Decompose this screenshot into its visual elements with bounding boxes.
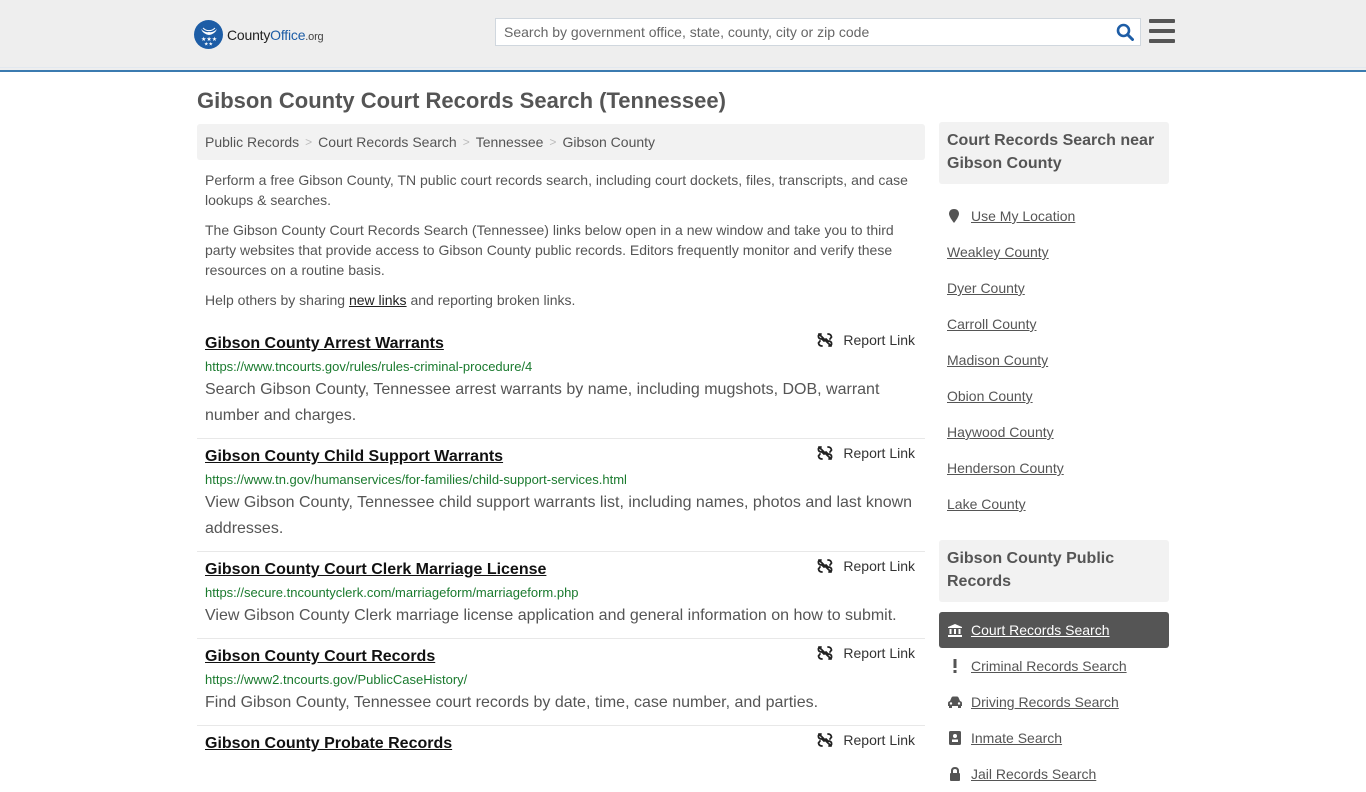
intro-text: Perform a free Gibson County, TN public … [205,170,920,320]
nearby-heading: Court Records Search near Gibson County [939,122,1169,184]
intro-paragraph: Perform a free Gibson County, TN public … [205,172,908,208]
records-item-criminal[interactable]: Criminal Records Search [939,648,1169,684]
nearby-list: Use My Location Weakley County Dyer Coun… [939,184,1169,522]
nearby-county-item: Henderson County [947,450,1169,486]
breadcrumb-separator: > [549,135,557,149]
map-pin-icon [949,209,959,223]
result-description: View Gibson County Clerk marriage licens… [205,607,897,624]
id-badge-icon [947,731,963,745]
public-records-heading: Gibson County Public Records [939,540,1169,602]
result-description: View Gibson County, Tennessee child supp… [205,494,913,537]
report-link-button[interactable]: Report Link [817,332,915,348]
search-box [495,18,1141,46]
public-records-list: Court Records Search Criminal Records Se… [939,612,1169,792]
site-header: ★★★ ★★ CountyOffice.org [0,0,1366,72]
records-item-court[interactable]: Court Records Search [939,612,1169,648]
nearby-county-item: Dyer County [947,270,1169,306]
broken-link-icon [817,446,833,460]
sidebar: Court Records Search near Gibson County … [939,122,1169,792]
breadcrumb-tennessee[interactable]: Tennessee [476,134,544,150]
broken-link-icon [817,333,833,347]
breadcrumb: Public Records > Court Records Search > … [197,124,925,160]
records-link[interactable]: Driving Records Search [971,694,1119,710]
nearby-county-item: Obion County [947,378,1169,414]
result-description: Search Gibson County, Tennessee arrest w… [205,381,880,424]
nearby-county-link[interactable]: Henderson County [947,460,1064,476]
records-link[interactable]: Jail Records Search [971,766,1096,782]
broken-link-icon [817,646,833,660]
result-title-link[interactable]: Gibson County Court Records [205,643,917,668]
nearby-county-link[interactable]: Lake County [947,496,1026,512]
broken-link-icon [817,733,833,747]
site-logo[interactable]: ★★★ ★★ CountyOffice.org [194,20,324,49]
result-url: https://www.tncourts.gov/rules/rules-cri… [205,359,533,374]
nearby-county-link[interactable]: Madison County [947,352,1048,368]
records-link[interactable]: Inmate Search [971,730,1062,746]
result-item: Gibson County Probate Records Report Lin… [197,726,925,764]
result-title-link[interactable]: Gibson County Arrest Warrants [205,330,917,355]
nearby-county-item: Carroll County [947,306,1169,342]
use-my-location-item: Use My Location [947,198,1169,234]
car-icon [947,696,963,708]
result-item: Gibson County Court Records Report Link … [197,639,925,726]
search-input[interactable] [496,19,1110,45]
result-title-link[interactable]: Gibson County Court Clerk Marriage Licen… [205,556,917,581]
report-link-button[interactable]: Report Link [817,732,915,748]
records-item-inmate[interactable]: Inmate Search [939,720,1169,756]
nearby-county-link[interactable]: Obion County [947,388,1033,404]
hamburger-menu-icon[interactable] [1149,19,1175,43]
result-item: Gibson County Child Support Warrants Rep… [197,439,925,552]
intro-paragraph: The Gibson County Court Records Search (… [205,222,894,278]
result-item: Gibson County Arrest Warrants Report Lin… [197,326,925,439]
use-my-location-link[interactable]: Use My Location [971,208,1075,224]
nearby-county-item: Haywood County [947,414,1169,450]
result-url: https://secure.tncountyclerk.com/marriag… [205,585,579,600]
result-url: https://www.tn.gov/humanservices/for-fam… [205,472,627,487]
breadcrumb-public-records[interactable]: Public Records [205,134,299,150]
breadcrumb-separator: > [462,135,470,149]
report-link-button[interactable]: Report Link [817,445,915,461]
svg-text:★★: ★★ [204,41,213,46]
search-icon [1116,23,1134,41]
result-title-link[interactable]: Gibson County Probate Records [205,730,917,755]
search-button[interactable] [1110,19,1140,45]
records-item-jail[interactable]: Jail Records Search [939,756,1169,792]
nearby-county-link[interactable]: Dyer County [947,280,1025,296]
exclamation-icon [947,659,963,673]
nearby-county-link[interactable]: Haywood County [947,424,1054,440]
page-title: Gibson County Court Records Search (Tenn… [197,88,726,113]
nearby-county-item: Weakley County [947,234,1169,270]
records-link[interactable]: Court Records Search [971,622,1110,638]
records-link[interactable]: Criminal Records Search [971,658,1127,674]
results-list: Gibson County Arrest Warrants Report Lin… [197,326,925,764]
breadcrumb-separator: > [305,135,313,149]
result-description: Find Gibson County, Tennessee court reco… [205,694,819,711]
logo-wordmark: CountyOffice.org [227,26,324,43]
breadcrumb-court-records-search[interactable]: Court Records Search [318,134,457,150]
breadcrumb-gibson-county[interactable]: Gibson County [562,134,655,150]
result-item: Gibson County Court Clerk Marriage Licen… [197,552,925,639]
eagle-stars-badge-icon: ★★★ ★★ [194,20,223,49]
result-url: https://www2.tncourts.gov/PublicCaseHist… [205,672,468,687]
report-link-button[interactable]: Report Link [817,645,915,661]
nearby-county-item: Madison County [947,342,1169,378]
broken-link-icon [817,559,833,573]
nearby-county-link[interactable]: Carroll County [947,316,1036,332]
nearby-county-item: Lake County [947,486,1169,522]
new-links-link[interactable]: new links [349,292,407,308]
lock-icon [947,767,963,781]
result-title-link[interactable]: Gibson County Child Support Warrants [205,443,917,468]
report-link-button[interactable]: Report Link [817,558,915,574]
courthouse-icon [947,623,963,637]
records-item-driving[interactable]: Driving Records Search [939,684,1169,720]
nearby-county-link[interactable]: Weakley County [947,244,1049,260]
intro-sharing-paragraph: Help others by sharing new links and rep… [205,292,576,308]
